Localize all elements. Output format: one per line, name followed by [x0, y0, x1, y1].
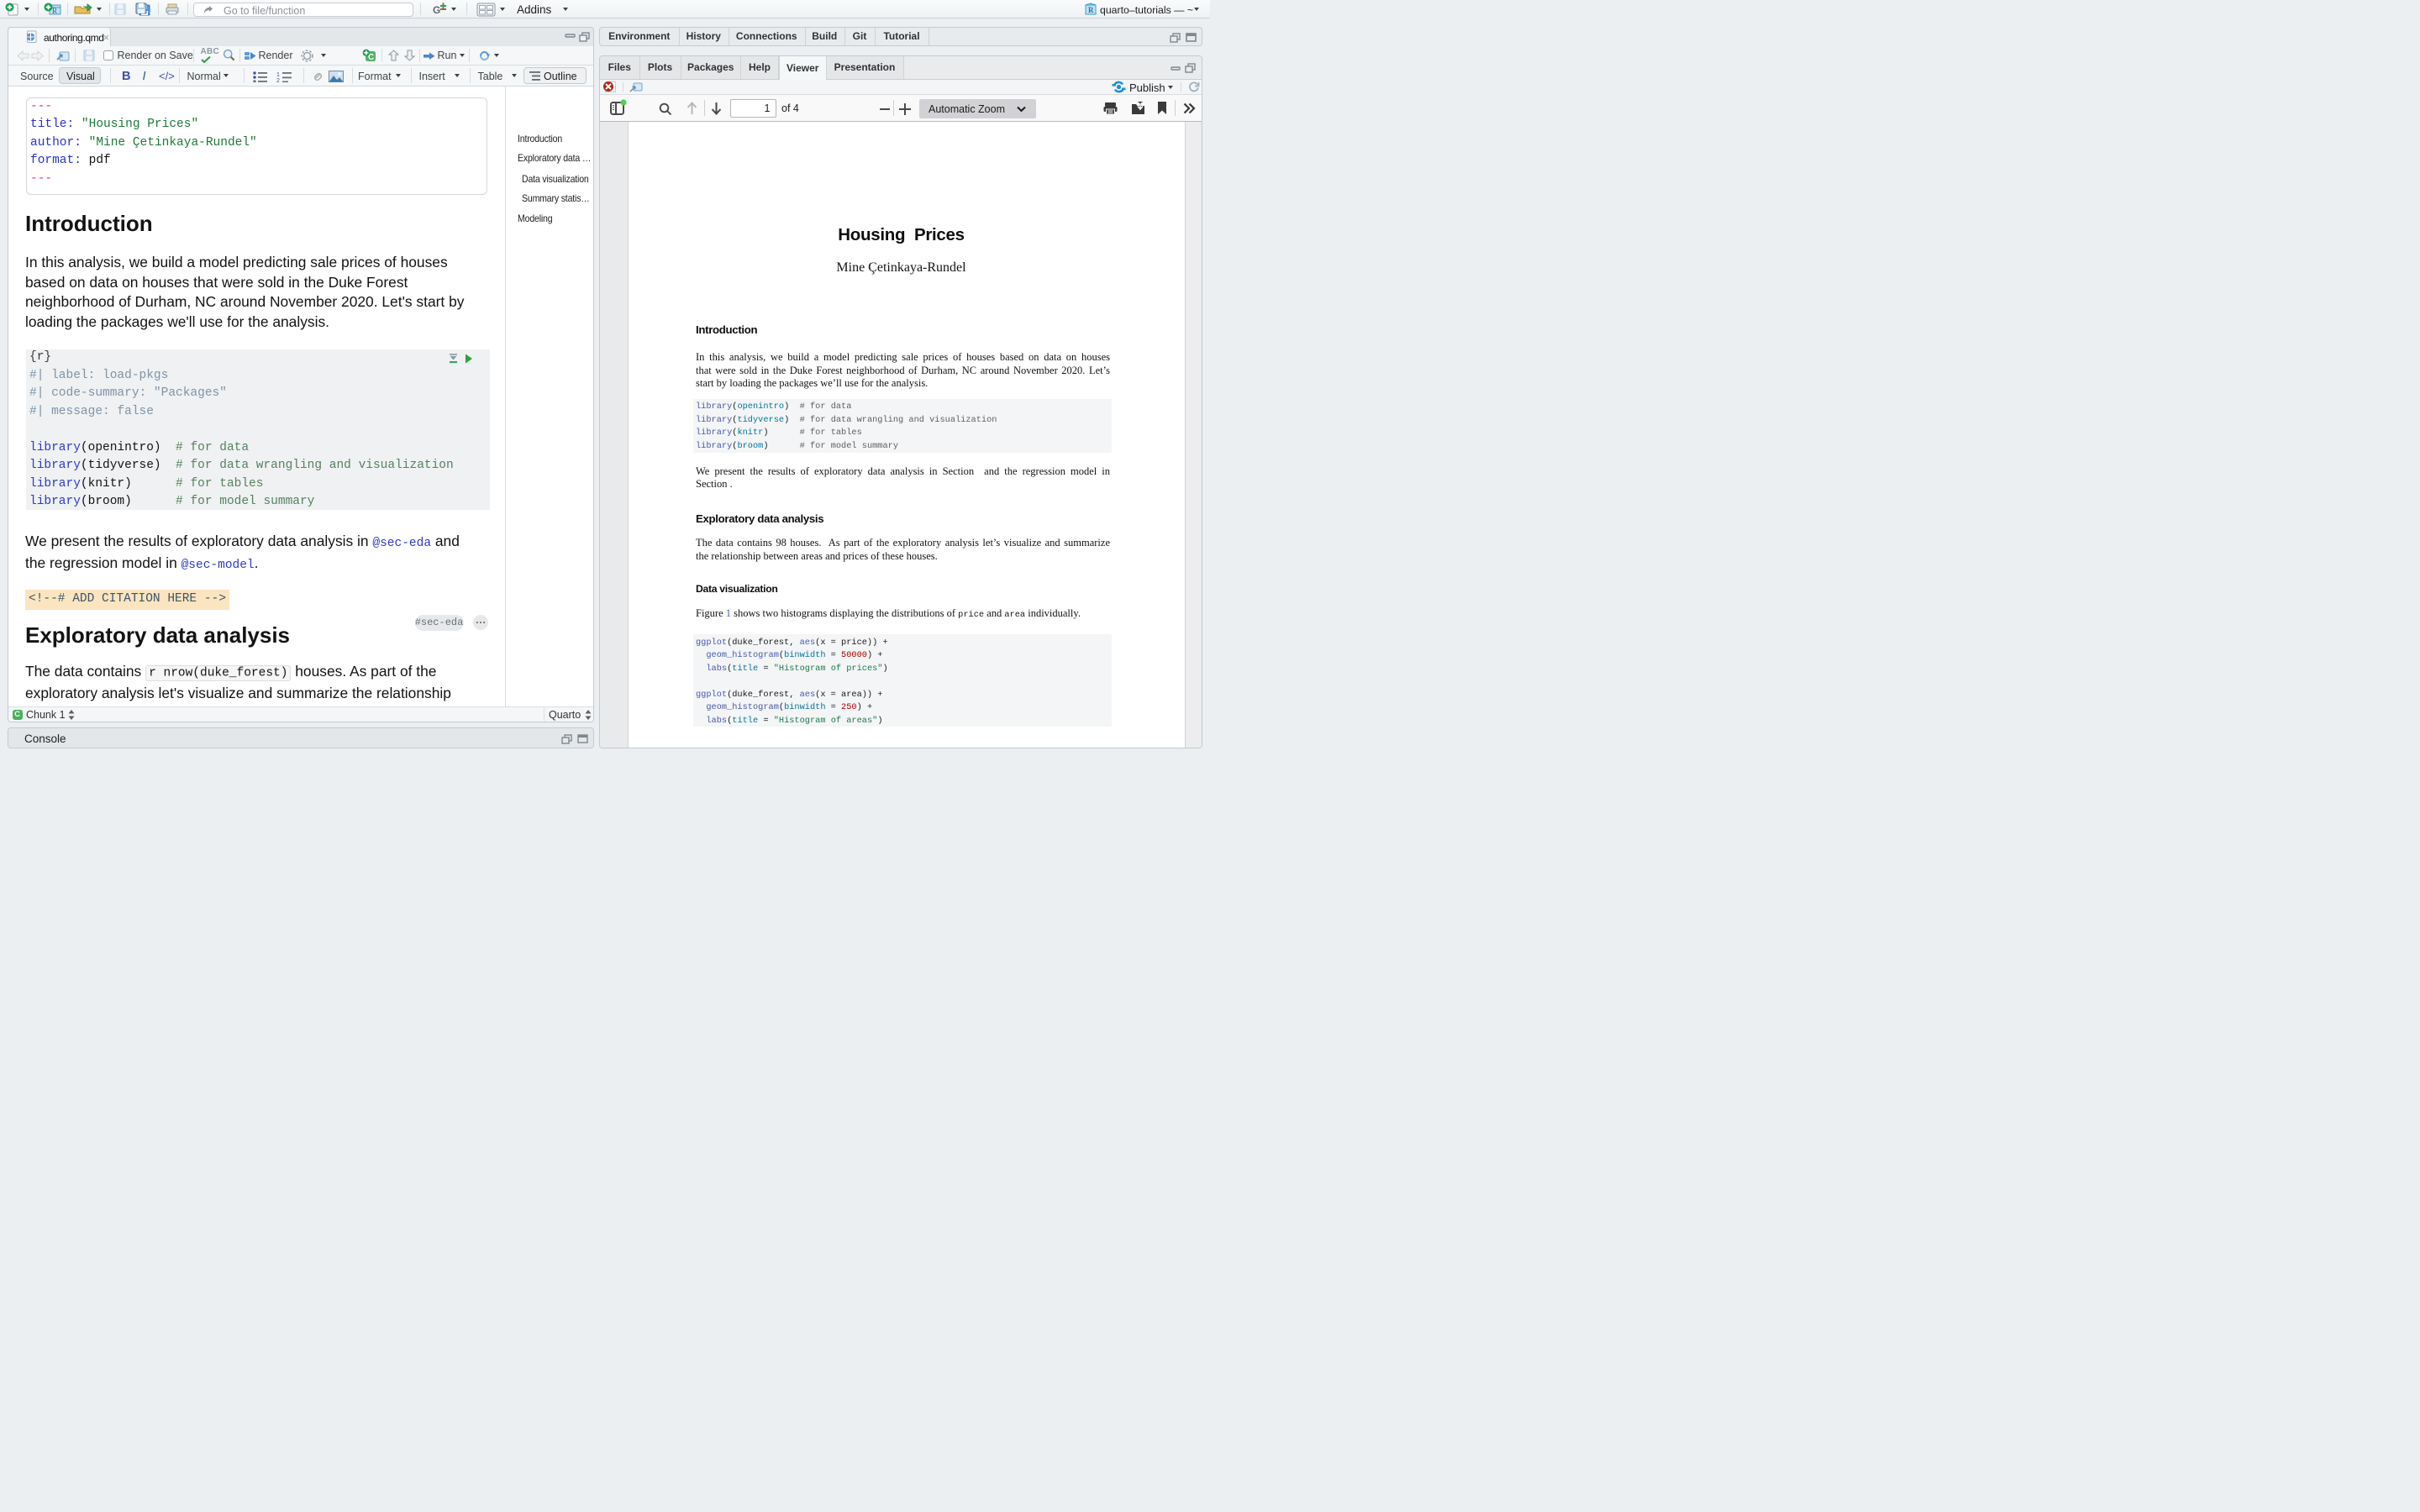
svg-text:2: 2 — [276, 78, 280, 82]
svg-text:1: 1 — [276, 72, 280, 78]
svg-text:R: R — [52, 7, 57, 15]
svg-text:R: R — [1088, 6, 1094, 14]
svg-text:G: G — [433, 4, 440, 16]
